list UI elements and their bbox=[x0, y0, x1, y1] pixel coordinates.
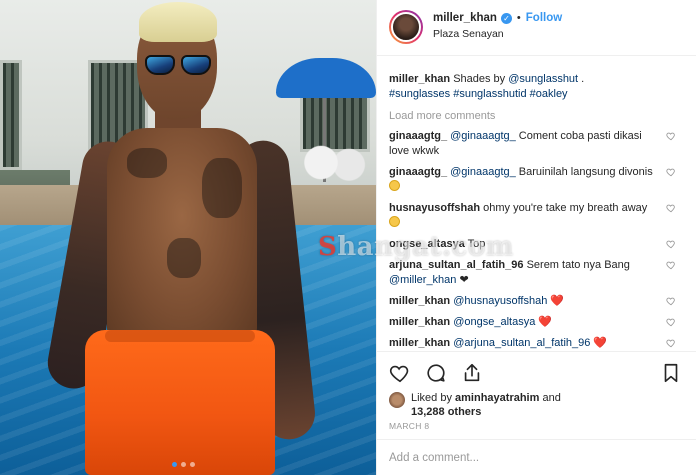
tattoo bbox=[202, 158, 242, 218]
post-actions-bar bbox=[377, 351, 696, 387]
like-comment-heart-icon[interactable] bbox=[666, 260, 676, 270]
comment-item: miller_khan @husnayusoffshah ❤️ bbox=[389, 294, 682, 309]
comment-mention[interactable]: @ginaaagtg_ bbox=[450, 130, 516, 142]
red-heart-emoji-icon: ❤️ bbox=[593, 337, 608, 349]
comment-item: husnayusoffshah ohmy you're take my brea… bbox=[389, 201, 682, 231]
like-comment-heart-icon[interactable] bbox=[666, 131, 676, 141]
follow-button[interactable]: Follow bbox=[526, 12, 562, 24]
comment-mention[interactable]: @ongse_altasya bbox=[453, 316, 535, 328]
comment-bubble-icon[interactable] bbox=[425, 362, 447, 384]
blonde-hair bbox=[139, 2, 217, 42]
tattoo bbox=[167, 238, 201, 278]
add-comment-input[interactable] bbox=[389, 451, 682, 464]
carousel-indicator bbox=[172, 462, 195, 467]
like-comment-heart-icon[interactable] bbox=[666, 317, 676, 327]
person bbox=[43, 0, 325, 475]
carousel-dot bbox=[181, 462, 186, 467]
like-comment-heart-icon[interactable] bbox=[666, 203, 676, 213]
comment-item: arjuna_sultan_al_fatih_96 Serem tato nya… bbox=[389, 258, 682, 288]
comment-mention[interactable]: @miller_khan bbox=[389, 274, 456, 286]
caption-hashtags[interactable]: #sunglasses #sunglasshutid #oakley bbox=[389, 88, 568, 100]
add-comment-bar bbox=[377, 439, 696, 475]
window bbox=[0, 60, 22, 170]
like-comment-heart-icon[interactable] bbox=[666, 338, 676, 348]
liker-username[interactable]: aminhayatrahim bbox=[455, 392, 539, 404]
comment-text: ohmy you're take my breath away bbox=[480, 202, 648, 214]
carousel-dot-active bbox=[172, 462, 177, 467]
likes-and: and bbox=[539, 392, 561, 404]
comment-mention[interactable]: @arjuna_sultan_al_fatih_96 bbox=[453, 337, 590, 349]
comment-item: ginaaagtg_ @ginaaagtg_ Baruinilah langsu… bbox=[389, 165, 682, 195]
red-heart-emoji-icon: ❤️ bbox=[538, 316, 553, 328]
like-comment-heart-icon[interactable] bbox=[666, 296, 676, 306]
post-caption: miller_khan Shades by @sunglasshut . #su… bbox=[389, 72, 682, 102]
comment-item: ginaaagtg_ @ginaaagtg_ Coment coba pasti… bbox=[389, 129, 682, 159]
like-comment-heart-icon[interactable] bbox=[666, 167, 676, 177]
comment-username[interactable]: miller_khan bbox=[389, 337, 450, 349]
carousel-dot bbox=[190, 462, 195, 467]
comment-username[interactable]: husnayusoffshah bbox=[389, 202, 480, 214]
bookmark-icon[interactable] bbox=[660, 362, 682, 384]
profile-avatar[interactable] bbox=[389, 10, 423, 44]
sunglasses-lens-left bbox=[145, 55, 175, 75]
header-username[interactable]: miller_khan bbox=[433, 12, 497, 24]
like-heart-icon[interactable] bbox=[389, 362, 411, 384]
comment-mention[interactable]: @husnayusoffshah bbox=[453, 295, 547, 307]
grimace-emoji-icon bbox=[389, 180, 400, 191]
likes-summary: Liked by aminhayatrahim and 13,288 other… bbox=[377, 387, 696, 419]
caption-username[interactable]: miller_khan bbox=[389, 73, 450, 85]
like-comment-heart-icon[interactable] bbox=[666, 239, 676, 249]
liker-avatar[interactable] bbox=[389, 392, 405, 408]
post-date[interactable]: MARCH 8 bbox=[377, 417, 696, 439]
comment-username[interactable]: miller_khan bbox=[389, 316, 450, 328]
caption-text: Shades by bbox=[450, 73, 509, 85]
separator-bullet: • bbox=[516, 12, 521, 24]
sunglasses bbox=[145, 55, 213, 77]
comment-text: Baruinilah langsung divonis bbox=[515, 166, 653, 178]
orange-swim-shorts bbox=[85, 330, 275, 475]
comment-username[interactable]: ginaaagtg_ bbox=[389, 166, 447, 178]
red-heart-emoji-icon: ❤️ bbox=[550, 295, 565, 307]
instagram-post: Shangat.com miller_khan ✓ • Follow Plaza… bbox=[0, 0, 696, 475]
likes-prefix: Liked by bbox=[411, 392, 456, 404]
black-heart-emoji-icon: ❤ bbox=[459, 274, 469, 286]
tattoo bbox=[127, 148, 167, 178]
site-watermark: Shangat.com bbox=[318, 232, 514, 262]
comment-item: miller_khan @arjuna_sultan_al_fatih_96 ❤… bbox=[389, 336, 682, 351]
comment-username[interactable]: ginaaagtg_ bbox=[389, 130, 447, 142]
caption-mention[interactable]: @sunglasshut bbox=[508, 73, 578, 85]
post-header: miller_khan ✓ • Follow Plaza Senayan bbox=[377, 0, 696, 56]
torso bbox=[107, 128, 257, 348]
caption-text-end: . bbox=[578, 73, 585, 85]
comment-username[interactable]: miller_khan bbox=[389, 295, 450, 307]
weary-emoji-icon bbox=[389, 216, 400, 227]
likes-text: Liked by aminhayatrahim and 13,288 other… bbox=[411, 391, 561, 419]
verified-badge-icon: ✓ bbox=[500, 12, 512, 24]
load-more-comments-button[interactable]: Load more comments bbox=[389, 110, 682, 122]
share-icon[interactable] bbox=[461, 362, 483, 384]
comment-mention[interactable]: @ginaaagtg_ bbox=[450, 166, 516, 178]
location-link[interactable]: Plaza Senayan bbox=[433, 28, 562, 40]
sunglasses-lens-right bbox=[181, 55, 211, 75]
comment-item: miller_khan @ongse_altasya ❤️ bbox=[389, 315, 682, 330]
comment-text: Serem tato nya Bang bbox=[523, 259, 630, 271]
comments-section[interactable]: miller_khan Shades by @sunglasshut . #su… bbox=[377, 56, 696, 351]
